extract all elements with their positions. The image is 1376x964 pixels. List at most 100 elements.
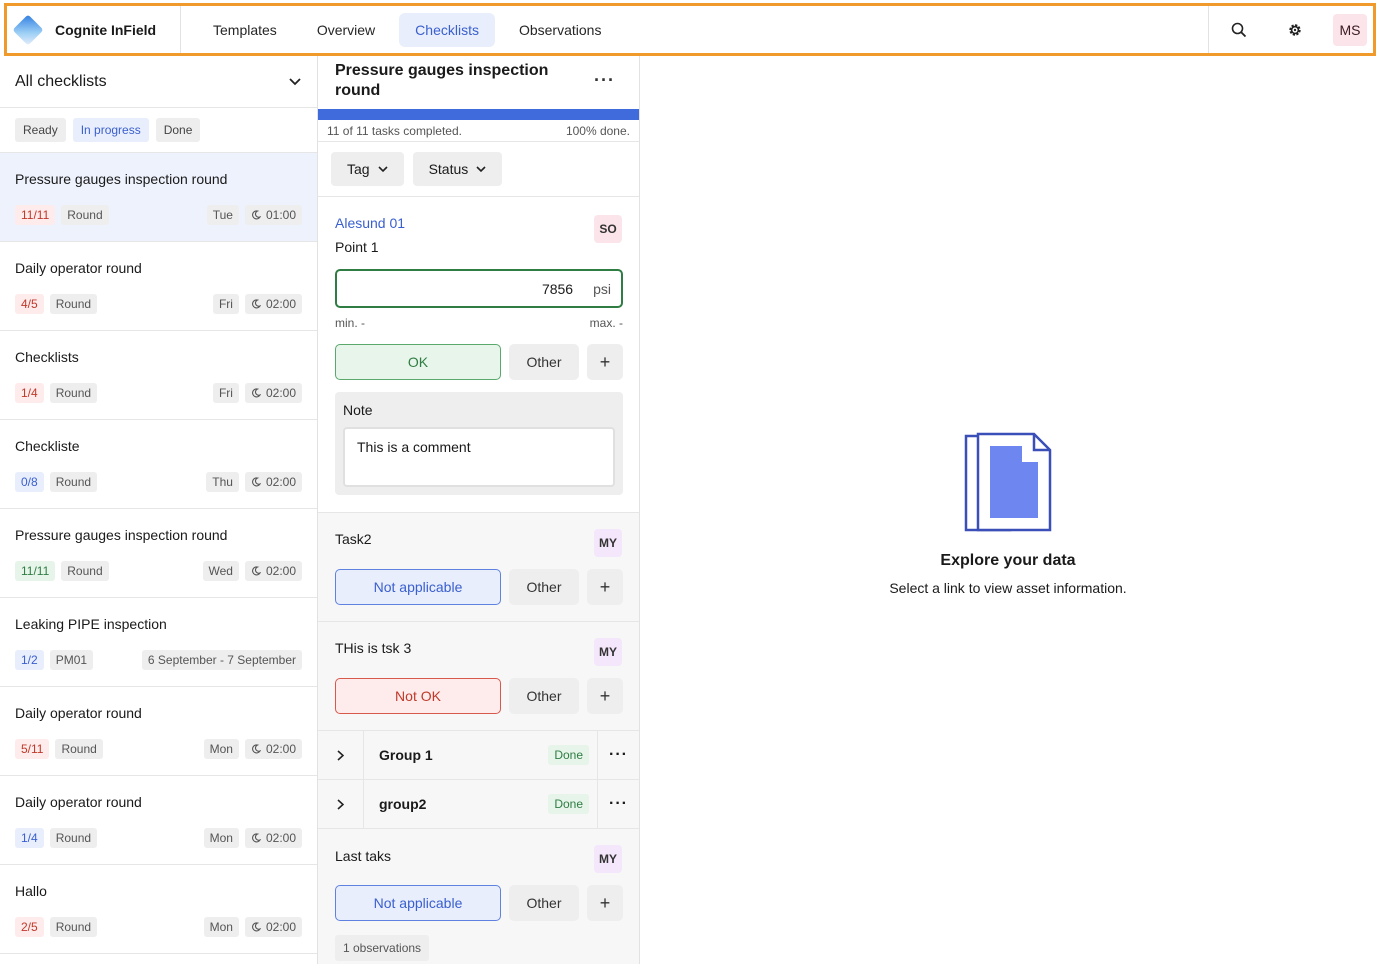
checklist-item-title: Pressure gauges inspection round [15,527,228,543]
checklist-type-badge: Round [49,294,98,314]
clock-icon [252,210,261,220]
group-more-options-icon[interactable]: ··· [597,780,639,828]
task-card: Task2 MY Not applicable Other + [318,513,639,622]
checklist-scope-dropdown[interactable]: All checklists [0,56,317,108]
measurement-input[interactable]: 7856 psi [335,269,623,308]
add-button[interactable]: + [587,885,623,921]
add-button[interactable]: + [587,678,623,714]
asset-link[interactable]: Alesund 01 [335,215,623,231]
expand-group-button[interactable] [318,780,364,828]
schedule-time: 02:00 [244,828,302,848]
checklist-item[interactable]: Pressure gauges inspection round 11/11 Rou… [0,153,317,242]
status-other-button[interactable]: Other [509,344,579,380]
more-options-icon[interactable]: ··· [594,70,615,91]
status-filter-dropdown[interactable]: Status [412,152,503,186]
tag-filter-dropdown[interactable]: Tag [331,152,404,186]
date-range: 6 September - 7 September [141,650,302,670]
search-icon [1231,22,1247,37]
task-name: Last taks [335,848,392,864]
status-not-applicable-button[interactable]: Not applicable [335,569,501,605]
app-name: Cognite InField [55,21,157,38]
tag-filter-label: Tag [347,161,370,177]
note-textarea[interactable]: This is a comment [343,427,615,487]
assignee-badge: MY [594,845,622,873]
schedule-time: 02:00 [244,917,302,937]
checklist-item[interactable]: Pressure gauges inspection round 11/11 Rou… [0,509,317,598]
checklist-type-badge: Round [61,205,109,225]
task-count-badge: 11/11 [15,205,56,225]
task-card: THis is tsk 3 MY Not OK Other + [318,622,639,731]
tab-templates[interactable]: Templates [197,13,293,47]
day-label: Thu [206,472,239,492]
top-actions: MS [1208,6,1373,53]
filter-ready[interactable]: Ready [15,118,66,142]
time-label: 02:00 [265,297,296,311]
assignee-badge: SO [594,215,622,243]
group-more-options-icon[interactable]: ··· [597,731,639,779]
checklist-item[interactable]: Daily operator round 5/11 Round Mon 02:00 [0,687,317,776]
checklist-item[interactable]: Daily operator round 1/4 Round Mon 02:00 [0,776,317,865]
time-label: 02:00 [265,475,296,489]
tab-checklists[interactable]: Checklists [399,12,495,47]
empty-state-title: Explore your data [940,552,1076,569]
plus-icon: + [599,351,611,372]
checklist-item-title: Checklists [15,349,79,365]
time-label: 02:00 [265,564,296,578]
plus-icon: + [599,576,611,597]
progress-track [318,109,639,120]
chevron-down-icon [476,165,486,172]
day-label: Fri [212,294,239,314]
search-button[interactable] [1221,12,1257,48]
add-button[interactable]: + [587,344,623,380]
settings-button[interactable] [1277,12,1313,48]
filter-done[interactable]: Done [155,118,201,142]
status-ok-button[interactable]: OK [335,344,501,380]
status-not-applicable-button[interactable]: Not applicable [335,885,501,921]
task-group-row[interactable]: group2 Done ··· [318,780,639,829]
max-limit: max. - [589,316,623,330]
day-label: Mon [203,917,239,937]
task-count-badge: 0/8 [15,472,44,492]
checklist-detail-panel: Pressure gauges inspection round ··· 11 … [318,56,640,964]
checklist-item-title: Daily operator round [15,794,142,810]
schedule-time: 02:00 [244,294,302,314]
status-other-button[interactable]: Other [509,569,579,605]
checklist-item-title: Pressure gauges inspection round [15,171,228,187]
user-avatar[interactable]: MS [1333,13,1367,46]
day-label: Tue [206,205,239,225]
task-count-badge: 1/4 [15,383,44,403]
plus-icon: + [599,685,611,706]
checklist-item-title: Leaking PIPE inspection [15,616,167,632]
checklist-item[interactable]: Checklists 1/4 Round Fri 02:00 [0,331,317,420]
checklist-type-badge: PM01 [49,650,94,670]
cognite-logo-icon [12,13,44,46]
tab-observations[interactable]: Observations [503,13,617,47]
measurement-limits: min. - max. - [335,316,623,330]
task-name: THis is tsk 3 [335,640,412,656]
checklist-item[interactable]: Leaking PIPE inspection 1/2 PM01 6 Septembe… [0,598,317,687]
schedule-time: 02:00 [244,561,302,581]
expand-group-button[interactable] [318,731,364,779]
checklist-type-badge: Round [55,739,103,759]
checklist-item-meta: 4/5 Round Fri 02:00 [15,294,302,314]
checklist-type-badge: Round [49,917,98,937]
status-other-button[interactable]: Other [509,885,579,921]
tab-overview[interactable]: Overview [301,13,391,47]
task-group-row[interactable]: Group 1 Done ··· [318,731,639,780]
filter-in-progress[interactable]: In progress [72,118,149,142]
checklist-item[interactable]: Checkliste 0/8 Round Thu 02:00 [0,420,317,509]
checklist-item-meta: 0/8 Round Thu 02:00 [15,472,302,492]
status-not-ok-button[interactable]: Not OK [335,678,501,714]
main-nav: Templates Overview Checklists Observatio… [181,6,1208,53]
checklist-item-meta: 1/2 PM01 6 September - 7 September [15,650,302,670]
add-button[interactable]: + [587,569,623,605]
checklist-item[interactable]: Hallo 2/5 Round Mon 02:00 [0,865,317,954]
time-label: 02:00 [265,386,296,400]
status-other-button[interactable]: Other [509,678,579,714]
brand[interactable]: Cognite InField [7,6,181,53]
task-count-badge: 1/4 [15,828,44,848]
observations-badge[interactable]: 1 observations [335,935,430,961]
task-count-badge: 5/11 [15,739,50,759]
checklist-item[interactable]: Daily operator round 4/5 Round Fri 02:00 [0,242,317,331]
checklist-item-meta: 5/11 Round Mon 02:00 [15,739,302,759]
